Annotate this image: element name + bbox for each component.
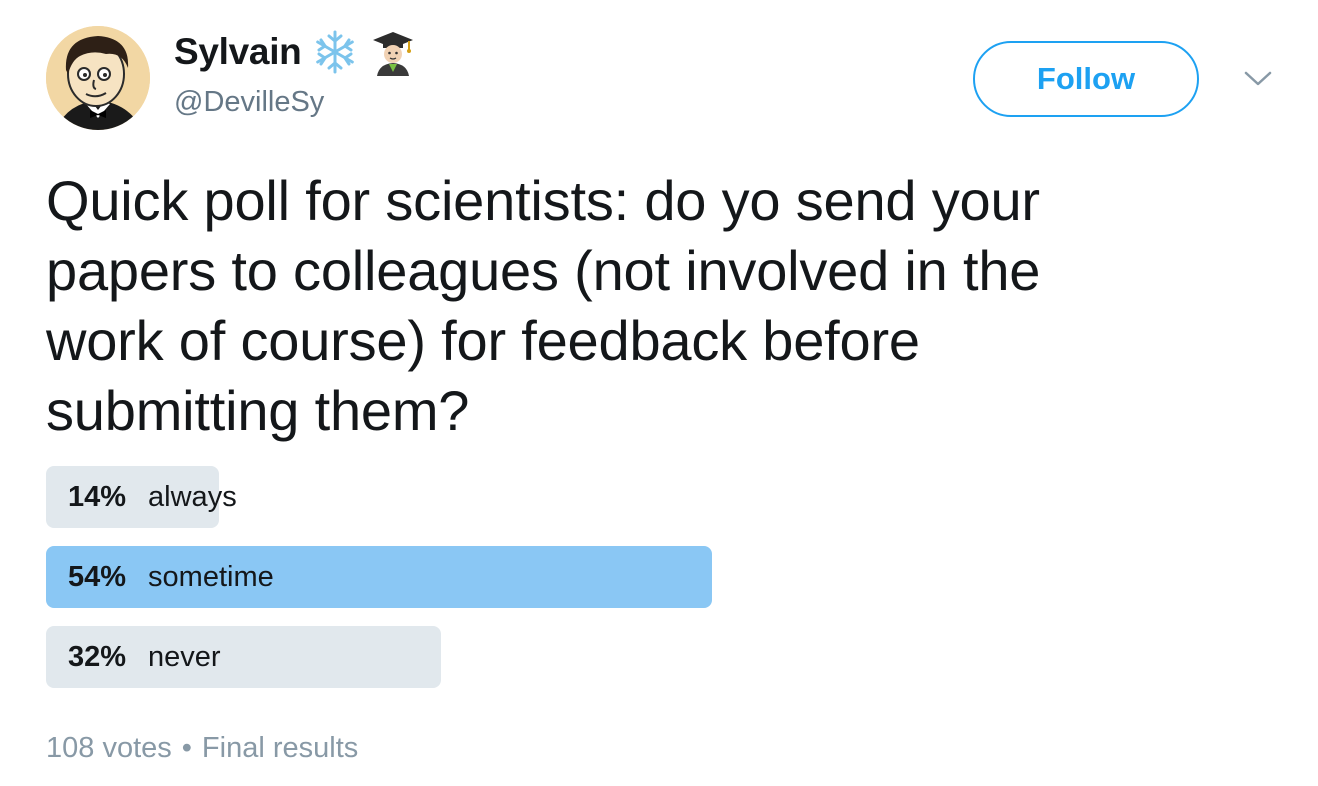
poll-percent: 54% <box>68 560 127 593</box>
poll-option-sometime: 54% sometime <box>46 546 1246 608</box>
poll-choice-text: never <box>148 640 221 673</box>
tweet-menu-button[interactable] <box>1238 62 1278 96</box>
poll-vote-count: 108 votes <box>46 732 172 764</box>
follow-button[interactable]: Follow <box>973 41 1199 117</box>
poll-meta: 108 votes • Final results <box>46 732 358 765</box>
poll-percent: 14% <box>68 480 127 513</box>
user-handle[interactable]: @DevilleSy <box>174 86 324 119</box>
poll-percent: 32% <box>68 640 127 673</box>
poll-meta-separator: • <box>181 732 192 764</box>
chevron-down-icon <box>1244 71 1272 86</box>
poll-option-label: 32% never <box>68 626 221 688</box>
tweet-card: Sylvain @DevilleSy Follow Quick poll for… <box>0 0 1318 786</box>
display-name[interactable]: Sylvain <box>174 31 302 73</box>
poll-option-always: 14% always <box>46 466 1246 528</box>
student-icon <box>369 28 417 76</box>
tweet-text-line: papers to colleagues (not involved in th… <box>46 239 1041 302</box>
poll-choice-text: always <box>148 480 237 513</box>
tweet-text-line: submitting them? <box>46 379 470 442</box>
snowflake-icon <box>311 28 359 76</box>
avatar-cartoon-icon <box>46 26 150 130</box>
display-name-row: Sylvain <box>174 28 417 76</box>
poll-option-never: 32% never <box>46 626 1246 688</box>
poll-status: Final results <box>201 732 359 764</box>
poll-choice-text: sometime <box>148 560 274 593</box>
poll-option-label: 14% always <box>68 466 237 528</box>
tweet-text-line: Quick poll for scientists: do yo send yo… <box>46 169 1040 232</box>
poll-option-label: 54% sometime <box>68 546 274 608</box>
tweet-text-line: work of course) for feedback before <box>46 309 920 372</box>
avatar[interactable] <box>46 26 150 130</box>
tweet-text: Quick poll for scientists: do yo send yo… <box>46 166 1246 446</box>
